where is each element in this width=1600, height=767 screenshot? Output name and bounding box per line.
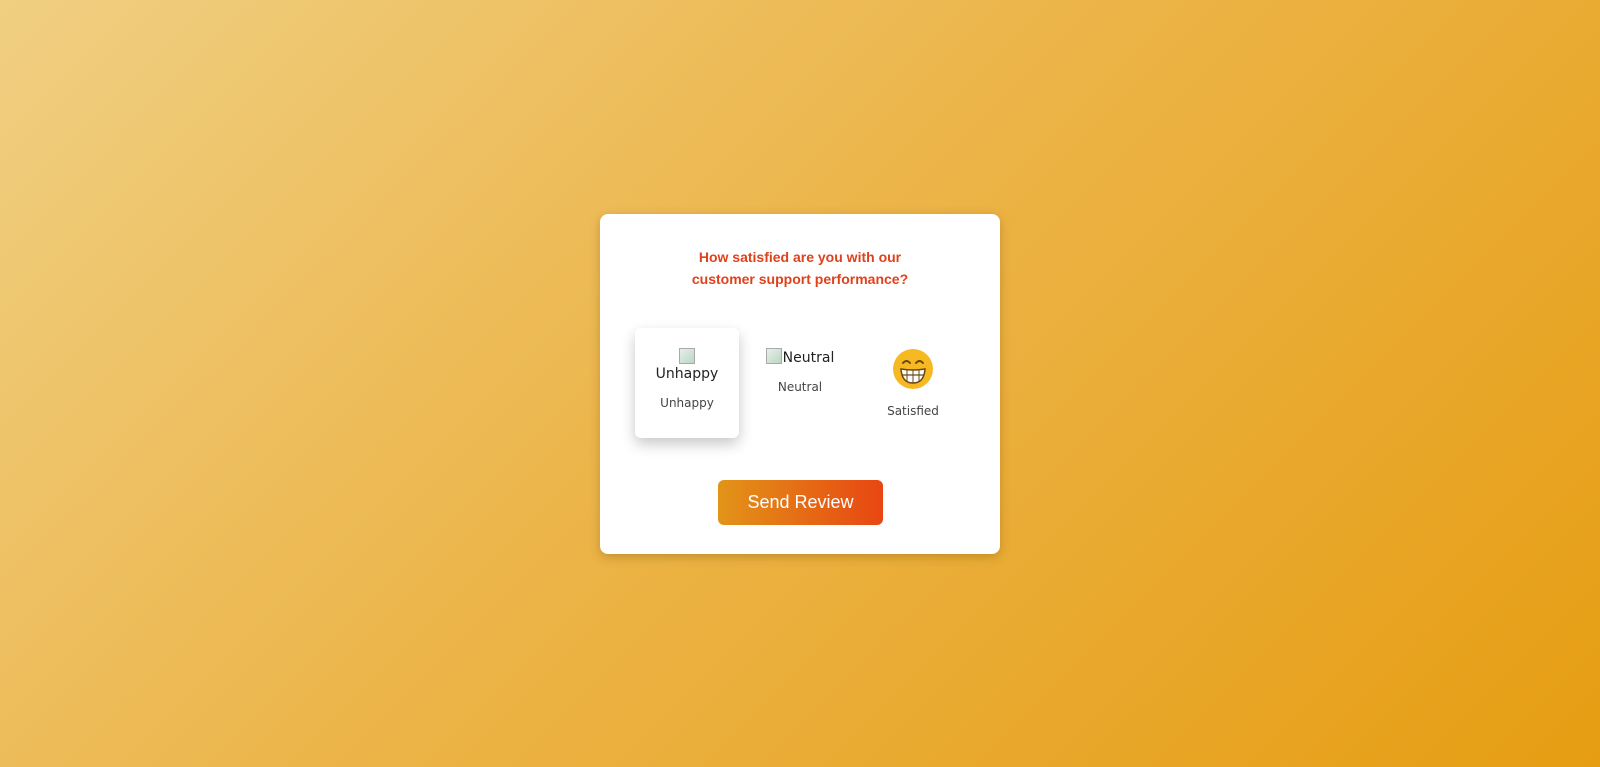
broken-image-icon	[765, 348, 782, 364]
send-review-button[interactable]: Send Review	[718, 480, 883, 525]
rating-label-unhappy: Unhappy	[660, 396, 714, 410]
grinning-face-icon	[893, 349, 933, 389]
question-heading: How satisfied are you with our customer …	[691, 249, 909, 287]
rating-option-neutral[interactable]: Neutral Neutral	[748, 328, 852, 438]
rating-option-satisfied[interactable]: Satisfied	[861, 328, 965, 438]
feedback-panel: How satisfied are you with our customer …	[600, 214, 1000, 554]
broken-image-icon	[678, 348, 695, 364]
neutral-image-alt: Neutral	[782, 350, 835, 366]
neutral-broken-image: Neutral	[748, 348, 852, 366]
rating-label-satisfied: Satisfied	[887, 404, 939, 418]
rating-option-unhappy[interactable]: Unhappy Unhappy	[635, 328, 739, 438]
rating-label-neutral: Neutral	[777, 380, 823, 394]
unhappy-image-alt: Unhappy	[655, 366, 719, 382]
unhappy-broken-image: Unhappy	[635, 348, 739, 382]
